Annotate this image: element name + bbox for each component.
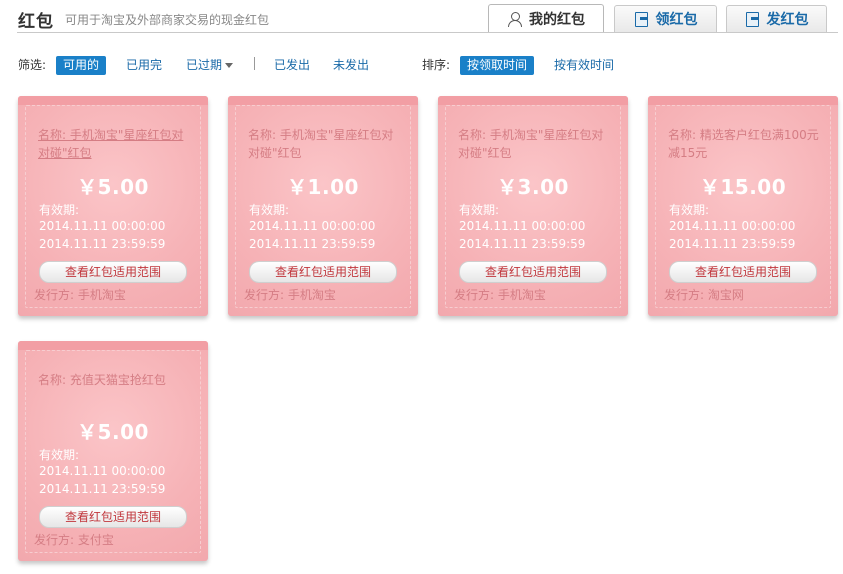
card-name: 名称: 手机淘宝"星座红包对对碰"红包 (458, 128, 604, 160)
card-amount: ￥15.00 (699, 175, 787, 199)
card-end-date: 2014.11.11 23:59:59 (39, 237, 166, 251)
card-name: 名称: 精选客户红包满100元减15元 (668, 128, 819, 160)
card-validity-label: 有效期: (669, 203, 710, 217)
tab-label: 领红包 (655, 12, 698, 28)
filter-available[interactable]: 可用的 (56, 56, 107, 75)
filter-unsent[interactable]: 未发出 (326, 56, 376, 75)
filter-label: 筛选: (18, 58, 47, 72)
card-end-date: 2014.11.11 23:59:59 (459, 237, 586, 251)
card-validity-label: 有效期: (459, 203, 500, 217)
red-packet-card: 名称: 精选客户红包满100元减15元 ￥15.00 有效期: 2014.11.… (648, 96, 838, 316)
sort-by-receive-time[interactable]: 按领取时间 (460, 56, 535, 75)
page-subtitle: 可用于淘宝及外部商家交易的现金红包 (65, 13, 270, 27)
card-amount: ￥1.00 (287, 175, 359, 199)
page-header: 红包 可用于淘宝及外部商家交易的现金红包 我的红包 领红包 发红包 (0, 0, 843, 34)
user-icon (507, 11, 523, 27)
card-issuer: 发行方: 手机淘宝 (244, 288, 336, 302)
header-divider (17, 32, 838, 33)
tab-label: 我的红包 (529, 12, 585, 28)
card-flap (18, 341, 208, 350)
card-name: 名称: 充值天猫宝抢红包 (38, 373, 166, 387)
sort-label: 排序: (422, 58, 451, 72)
tab-label: 发红包 (766, 12, 809, 28)
card-start-date: 2014.11.11 00:00:00 (459, 219, 586, 233)
filter-bar: 筛选: 可用的 已用完 已过期 已发出 未发出 排序: 按领取时间 按有效时间 (0, 53, 843, 77)
card-name[interactable]: 名称: 手机淘宝"星座红包对对碰"红包 (38, 126, 193, 162)
card-name: 名称: 手机淘宝"星座红包对对碰"红包 (248, 128, 394, 160)
sort-by-valid-time[interactable]: 按有效时间 (547, 56, 621, 75)
card-issuer: 发行方: 支付宝 (34, 533, 114, 547)
view-scope-button[interactable]: 查看红包适用范围 (669, 261, 817, 283)
card-validity-label: 有效期: (39, 203, 80, 217)
card-issuer: 发行方: 淘宝网 (664, 288, 744, 302)
card-end-date: 2014.11.11 23:59:59 (249, 237, 376, 251)
filter-used-up[interactable]: 已用完 (119, 56, 169, 75)
card-start-date: 2014.11.11 00:00:00 (669, 219, 796, 233)
card-end-date: 2014.11.11 23:59:59 (39, 482, 166, 496)
red-packet-card: 名称: 手机淘宝"星座红包对对碰"红包 ￥3.00 有效期: 2014.11.1… (438, 96, 628, 316)
envelope-out-icon (745, 11, 761, 27)
filter-expired-dropdown[interactable]: 已过期 (179, 56, 240, 75)
view-scope-button[interactable]: 查看红包适用范围 (39, 261, 187, 283)
card-flap (228, 96, 418, 105)
tab-send-red-packets[interactable]: 发红包 (726, 5, 827, 32)
card-issuer: 发行方: 手机淘宝 (454, 288, 546, 302)
view-scope-button[interactable]: 查看红包适用范围 (39, 506, 187, 528)
card-validity-label: 有效期: (39, 448, 80, 462)
filter-expired-label: 已过期 (186, 58, 223, 72)
card-issuer: 发行方: 手机淘宝 (34, 288, 126, 302)
card-validity-label: 有效期: (249, 203, 290, 217)
filter-separator (254, 57, 255, 70)
view-scope-button[interactable]: 查看红包适用范围 (249, 261, 397, 283)
red-packet-card: 名称: 充值天猫宝抢红包 ￥5.00 有效期: 2014.11.11 00:00… (18, 341, 208, 561)
tab-my-red-packets[interactable]: 我的红包 (488, 4, 604, 33)
page-title: 红包 (18, 12, 54, 32)
filter-sent[interactable]: 已发出 (267, 56, 317, 75)
card-flap (438, 96, 628, 105)
card-amount: ￥5.00 (77, 420, 149, 444)
card-amount: ￥3.00 (497, 175, 569, 199)
envelope-in-icon (634, 11, 650, 27)
red-packet-card: 名称: 手机淘宝"星座红包对对碰"红包 ￥5.00 有效期: 2014.11.1… (18, 96, 208, 316)
view-scope-button[interactable]: 查看红包适用范围 (459, 261, 607, 283)
card-flap (648, 96, 838, 105)
card-start-date: 2014.11.11 00:00:00 (39, 464, 166, 478)
card-start-date: 2014.11.11 00:00:00 (39, 219, 166, 233)
card-flap (18, 96, 208, 105)
card-start-date: 2014.11.11 00:00:00 (249, 219, 376, 233)
card-end-date: 2014.11.11 23:59:59 (669, 237, 796, 251)
tab-get-red-packets[interactable]: 领红包 (614, 5, 717, 32)
chevron-down-icon (225, 63, 234, 68)
red-packet-card: 名称: 手机淘宝"星座红包对对碰"红包 ￥1.00 有效期: 2014.11.1… (228, 96, 418, 316)
card-amount: ￥5.00 (77, 175, 149, 199)
